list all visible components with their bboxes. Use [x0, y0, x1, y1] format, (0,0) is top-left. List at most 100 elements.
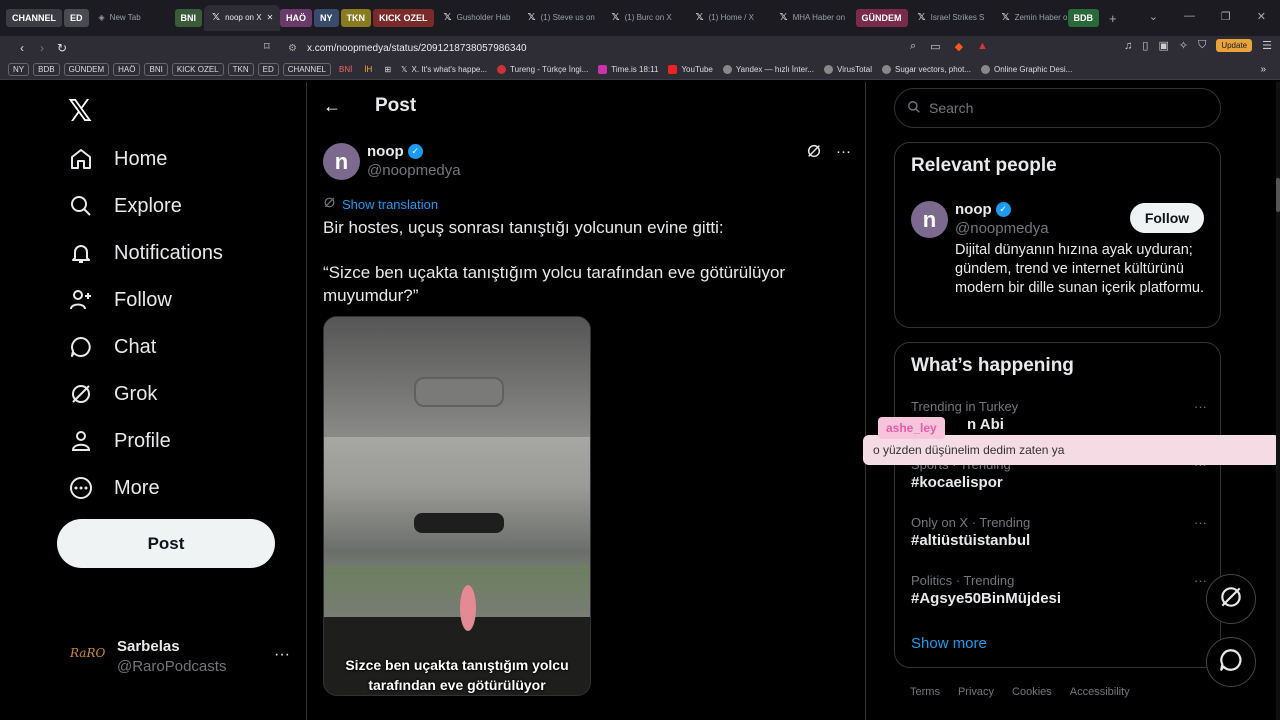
tab-group-ny[interactable]: NY: [314, 9, 339, 27]
bookmark-timeis[interactable]: Time.is 18:11: [598, 65, 658, 74]
author-avatar[interactable]: n: [323, 143, 360, 180]
more-dots-icon[interactable]: ···: [1194, 515, 1207, 530]
post-video[interactable]: Sizce ben uçakta tanıştığım yolcu tarafı…: [323, 316, 591, 696]
tab-home[interactable]: 𝕏 (1) Home / X: [688, 5, 772, 31]
grok-fab[interactable]: [1206, 574, 1256, 624]
address-bar[interactable]: ⚙ x.com/noopmedya/status/209121873805798…: [288, 40, 1006, 57]
account-switcher[interactable]: RaRO Sarbelas @RaroPodcasts ···: [70, 638, 290, 678]
sidebar-icon[interactable]: ▯: [1142, 39, 1148, 52]
bookmark-youtube[interactable]: YouTube: [668, 65, 713, 74]
cast-icon[interactable]: ▭: [930, 40, 940, 53]
x-logo-icon[interactable]: 𝕏: [68, 94, 92, 129]
more-dots-icon[interactable]: ···: [274, 646, 290, 664]
close-icon[interactable]: ✕: [267, 13, 274, 22]
page-scrollbar[interactable]: [1276, 82, 1280, 720]
zoom-icon[interactable]: ⌕: [910, 40, 916, 53]
update-button[interactable]: Update: [1216, 39, 1253, 52]
bookmark-icon[interactable]: ⌑: [264, 40, 270, 53]
reload-icon[interactable]: ↻: [52, 41, 72, 55]
nav-more[interactable]: More: [68, 475, 160, 501]
back-arrow-icon[interactable]: ←: [323, 96, 341, 117]
more-dots-icon[interactable]: ···: [1194, 573, 1207, 588]
show-more-link[interactable]: Show more: [911, 635, 987, 652]
chevron-right-icon[interactable]: »: [1260, 64, 1266, 75]
bookmark-folder[interactable]: ED: [257, 63, 279, 76]
new-tab-plus-icon[interactable]: +: [1109, 11, 1117, 26]
close-window-icon[interactable]: ✕: [1257, 10, 1266, 23]
trend-item[interactable]: Only on X · Trending #altiüstüistanbul ·…: [911, 515, 1207, 549]
tab-mha[interactable]: 𝕏 MHA Haber on: [772, 5, 856, 31]
nav-home[interactable]: Home: [68, 146, 167, 172]
messages-fab[interactable]: [1206, 637, 1256, 687]
bookmark-folder[interactable]: TKN: [227, 63, 254, 76]
leo-icon[interactable]: ✧: [1179, 39, 1188, 52]
tab-group-channel[interactable]: CHANNEL: [6, 9, 62, 27]
bookmark-x[interactable]: 𝕏 X. It's what's happe...: [401, 65, 487, 74]
nav-chat[interactable]: Chat: [68, 334, 156, 360]
chevron-down-icon[interactable]: ⌄: [1149, 10, 1158, 23]
bookmark-folder[interactable]: BNI: [144, 63, 168, 76]
tab-new-tab[interactable]: ◈ New Tab: [91, 5, 175, 31]
footer-link[interactable]: Terms: [910, 686, 940, 698]
bookmark-virustotal[interactable]: VirusTotal: [824, 65, 872, 74]
nav-explore[interactable]: Explore: [68, 193, 182, 219]
trend-item[interactable]: Politics · Trending #Agsye50BinMüjdesi ·…: [911, 573, 1207, 607]
post-button[interactable]: Post: [57, 519, 275, 568]
nav-notifications[interactable]: Notifications: [68, 240, 223, 266]
bookmark-folder[interactable]: HAÖ: [113, 63, 141, 76]
more-dots-icon[interactable]: ···: [1194, 399, 1207, 414]
bookmark-folder[interactable]: NY: [8, 63, 30, 76]
tab-group-hao[interactable]: HAÖ: [280, 9, 313, 27]
wallet-icon[interactable]: ▣: [1158, 39, 1168, 52]
footer-link[interactable]: Privacy: [958, 686, 994, 698]
media-icon[interactable]: ♫: [1124, 40, 1132, 52]
tab-group-tkn[interactable]: TKN: [340, 9, 372, 27]
minimize-icon[interactable]: —: [1184, 10, 1195, 23]
menu-icon[interactable]: ☰: [1262, 39, 1272, 52]
nav-grok[interactable]: Grok: [68, 381, 157, 407]
tab-zemin[interactable]: 𝕏 Zemin Haber o: [994, 5, 1068, 31]
brave-rewards-icon[interactable]: ▲: [977, 40, 988, 53]
nav-follow[interactable]: Follow: [68, 287, 172, 313]
footer-link[interactable]: Cookies: [1012, 686, 1052, 698]
tab-group-bni[interactable]: BNI: [174, 9, 203, 27]
nav-profile[interactable]: Profile: [68, 428, 171, 454]
bookmark-folder[interactable]: İH: [360, 64, 376, 75]
bookmark-folder[interactable]: GÜNDEM: [63, 63, 110, 76]
brave-shield-icon[interactable]: ◆: [955, 40, 963, 53]
tab-group-ed[interactable]: ED: [64, 9, 89, 27]
bookmark-folder[interactable]: BNİ: [335, 64, 356, 75]
tab-gusholder[interactable]: 𝕏 Gusholder Hab: [436, 5, 520, 31]
site-settings-icon[interactable]: ⚙: [288, 43, 297, 54]
bookmark-graphic[interactable]: Online Graphic Desi...: [981, 65, 1072, 74]
tab-group-bdb[interactable]: BDB: [1067, 9, 1100, 27]
person-handle[interactable]: @noopmedya: [955, 220, 1049, 237]
person-name[interactable]: noop ✓: [955, 201, 1011, 218]
bookmark-folder[interactable]: KICK OZEL: [171, 63, 224, 76]
follow-button[interactable]: Follow: [1130, 203, 1204, 233]
bookmark-tureng[interactable]: Tureng - Türkçe İngi...: [497, 65, 588, 74]
vpn-icon[interactable]: ⛉: [1198, 39, 1206, 52]
search-input[interactable]: Search: [894, 88, 1221, 128]
forward-arrow-icon[interactable]: ›: [32, 41, 52, 55]
grok-icon[interactable]: [806, 143, 822, 163]
back-arrow-icon[interactable]: ‹: [12, 41, 32, 55]
bookmark-folder[interactable]: BDB: [33, 63, 60, 76]
tab-noop[interactable]: 𝕏noop on X ✕: [204, 5, 281, 31]
avatar[interactable]: n: [911, 201, 948, 238]
tab-group-gundem[interactable]: GÜNDEM: [855, 9, 908, 27]
footer-link[interactable]: Accessibility: [1070, 686, 1130, 698]
author-handle[interactable]: @noopmedya: [367, 162, 461, 179]
tab-steve[interactable]: 𝕏 (1) Steve us on: [520, 5, 604, 31]
scrollbar-thumb[interactable]: [1276, 178, 1280, 212]
show-translation-link[interactable]: Show translation: [323, 196, 438, 212]
bookmark-folder[interactable]: CHANNEL: [282, 63, 331, 76]
trend-item[interactable]: Trending in Turkey n Abi ···: [911, 399, 1207, 433]
tab-burc[interactable]: 𝕏 (1) Burc on X: [604, 5, 688, 31]
restore-icon[interactable]: ❐: [1221, 10, 1231, 23]
tab-group-kick-ozel[interactable]: KICK OZEL: [373, 9, 434, 27]
more-dots-icon[interactable]: ···: [836, 143, 851, 163]
bookmark-sugar[interactable]: Sugar vectors, phot...: [881, 65, 971, 74]
apps-grid-icon[interactable]: ⊞: [384, 65, 391, 74]
bookmark-yandex[interactable]: Yandex — hızlı İnter...: [722, 65, 814, 74]
